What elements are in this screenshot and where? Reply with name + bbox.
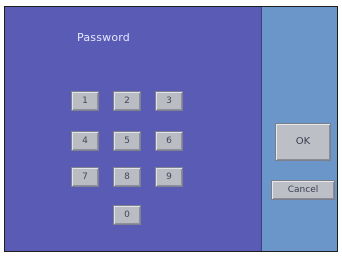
key-0[interactable]: 0 bbox=[113, 205, 141, 225]
keypad-panel: Password 1 2 3 4 5 6 7 8 9 0 bbox=[5, 7, 262, 251]
key-9[interactable]: 9 bbox=[155, 167, 183, 187]
cancel-button[interactable]: Cancel bbox=[271, 180, 335, 200]
key-4[interactable]: 4 bbox=[71, 131, 99, 151]
key-5[interactable]: 5 bbox=[113, 131, 141, 151]
key-6[interactable]: 6 bbox=[155, 131, 183, 151]
key-8[interactable]: 8 bbox=[113, 167, 141, 187]
dialog-title: Password bbox=[77, 31, 130, 44]
key-2[interactable]: 2 bbox=[113, 91, 141, 111]
key-7[interactable]: 7 bbox=[71, 167, 99, 187]
key-3[interactable]: 3 bbox=[155, 91, 183, 111]
password-dialog: Password 1 2 3 4 5 6 7 8 9 0 OK Cancel bbox=[4, 6, 338, 252]
key-1[interactable]: 1 bbox=[71, 91, 99, 111]
ok-button[interactable]: OK bbox=[275, 123, 331, 161]
